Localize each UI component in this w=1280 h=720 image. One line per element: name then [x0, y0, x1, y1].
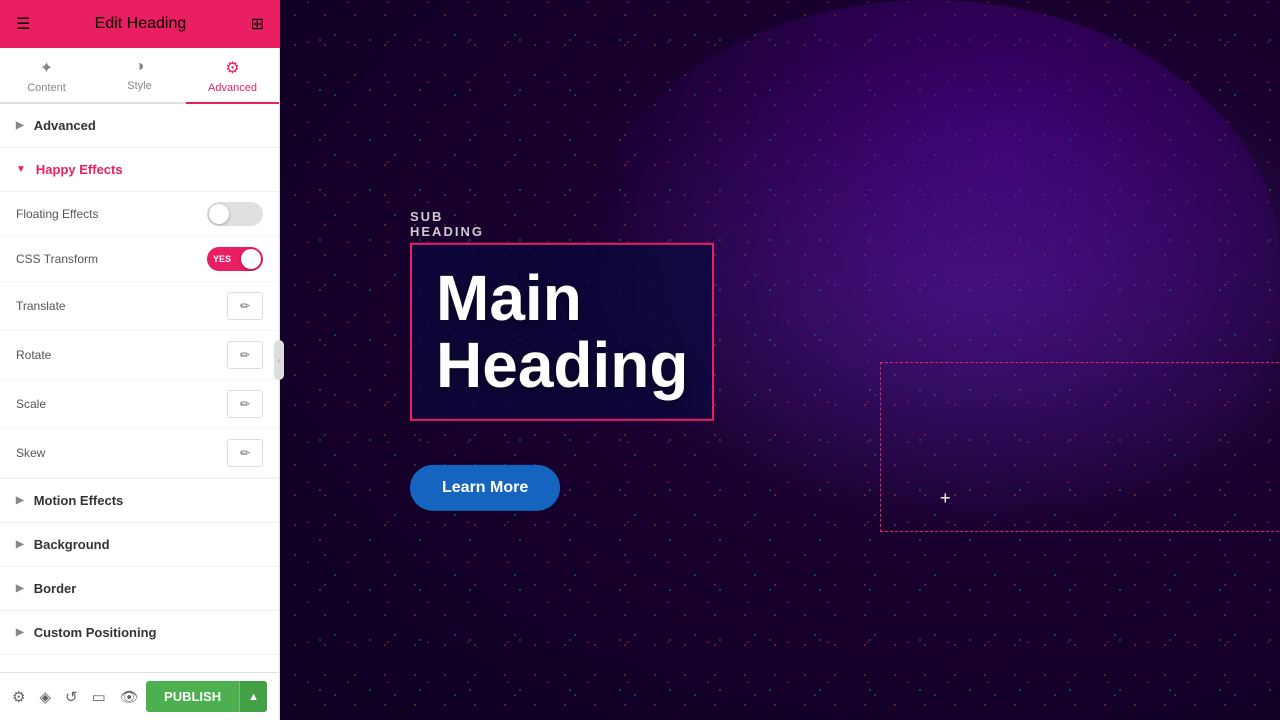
learn-more-button[interactable]: Learn More [410, 465, 560, 511]
translate-row: Translate ✏ [0, 282, 279, 331]
canvas: SUBHEADING MainHeading Learn More + [280, 0, 1280, 720]
publish-button[interactable]: PUBLISH [146, 681, 239, 712]
tab-style[interactable]: ◑ Style [93, 48, 186, 104]
chevron-custom-positioning: ▶ [16, 627, 24, 638]
style-icon: ◑ [135, 58, 145, 76]
layers-icon[interactable]: ◈ [39, 688, 51, 706]
chevron-motion-effects: ▶ [16, 495, 24, 506]
skew-label: Skew [16, 446, 45, 460]
advanced-icon: ⚙ [225, 58, 239, 78]
floating-effects-row: Floating Effects NO [0, 192, 279, 237]
publish-arrow-button[interactable]: ▲ [239, 681, 267, 712]
section-advanced[interactable]: ▶ Advanced [0, 104, 279, 148]
sidebar-content: ▶ Advanced ▼ Happy Effects Floating Effe… [0, 104, 279, 672]
section-background[interactable]: ▶ Background [0, 523, 279, 567]
chevron-happy-effects: ▼ [16, 164, 26, 175]
menu-icon[interactable]: ☰ [16, 14, 30, 34]
translate-edit-button[interactable]: ✏ [227, 292, 263, 320]
css-transform-toggle[interactable]: YES [207, 247, 263, 271]
section-happy-effects[interactable]: ▼ Happy Effects [0, 148, 279, 192]
tab-advanced[interactable]: ⚙ Advanced [186, 48, 279, 104]
settings-icon[interactable]: ⚙ [12, 688, 25, 706]
bottom-bar: ⚙ ◈ ↺ ▭ 👁 PUBLISH ▲ [0, 672, 279, 720]
main-heading: MainHeading [436, 265, 688, 399]
chevron-background: ▶ [16, 539, 24, 550]
publish-group: PUBLISH ▲ [146, 681, 267, 712]
topbar: ☰ Edit Heading ⊞ [0, 0, 280, 48]
toggle-knob [209, 204, 229, 224]
scale-row: Scale ✏ [0, 380, 279, 429]
css-transform-label: CSS Transform [16, 252, 98, 266]
skew-edit-button[interactable]: ✏ [227, 439, 263, 467]
scale-edit-button[interactable]: ✏ [227, 390, 263, 418]
rotate-edit-button[interactable]: ✏ [227, 341, 263, 369]
topbar-title: Edit Heading [95, 15, 187, 33]
tab-bar: ✦ Content ◑ Style ⚙ Advanced [0, 48, 279, 104]
floating-effects-toggle[interactable]: NO [207, 202, 263, 226]
section-motion-effects[interactable]: ▶ Motion Effects [0, 479, 279, 523]
add-element-icon[interactable]: + [940, 488, 951, 509]
device-icon[interactable]: ▭ [92, 688, 106, 706]
rotate-label: Rotate [16, 348, 51, 362]
grid-icon[interactable]: ⊞ [251, 14, 264, 34]
content-area[interactable]: SUBHEADING MainHeading Learn More [410, 209, 714, 511]
sidebar-resize-handle[interactable]: ‹ [274, 340, 284, 380]
happy-effects-body: Floating Effects NO CSS Transform YES [0, 192, 279, 479]
chevron-border: ▶ [16, 583, 24, 594]
rotate-row: Rotate ✏ [0, 331, 279, 380]
tab-content[interactable]: ✦ Content [0, 48, 93, 104]
chevron-advanced: ▶ [16, 120, 24, 131]
bottom-icons: ⚙ ◈ ↺ ▭ 👁 [12, 688, 139, 706]
content-icon: ✦ [40, 58, 53, 78]
section-custom-positioning[interactable]: ▶ Custom Positioning [0, 611, 279, 655]
section-border[interactable]: ▶ Border [0, 567, 279, 611]
scale-label: Scale [16, 397, 46, 411]
eye-icon[interactable]: 👁 [120, 688, 139, 706]
heading-box[interactable]: MainHeading [410, 243, 714, 421]
skew-row: Skew ✏ [0, 429, 279, 478]
translate-label: Translate [16, 299, 66, 313]
floating-effects-label: Floating Effects [16, 207, 99, 221]
history-icon[interactable]: ↺ [65, 688, 78, 706]
sub-heading: SUBHEADING [410, 209, 714, 239]
toggle-knob-on [241, 249, 261, 269]
sidebar: ☰ Edit Heading ⊞ ✦ Content ◑ Style ⚙ Adv… [0, 0, 280, 720]
css-transform-row: CSS Transform YES [0, 237, 279, 282]
